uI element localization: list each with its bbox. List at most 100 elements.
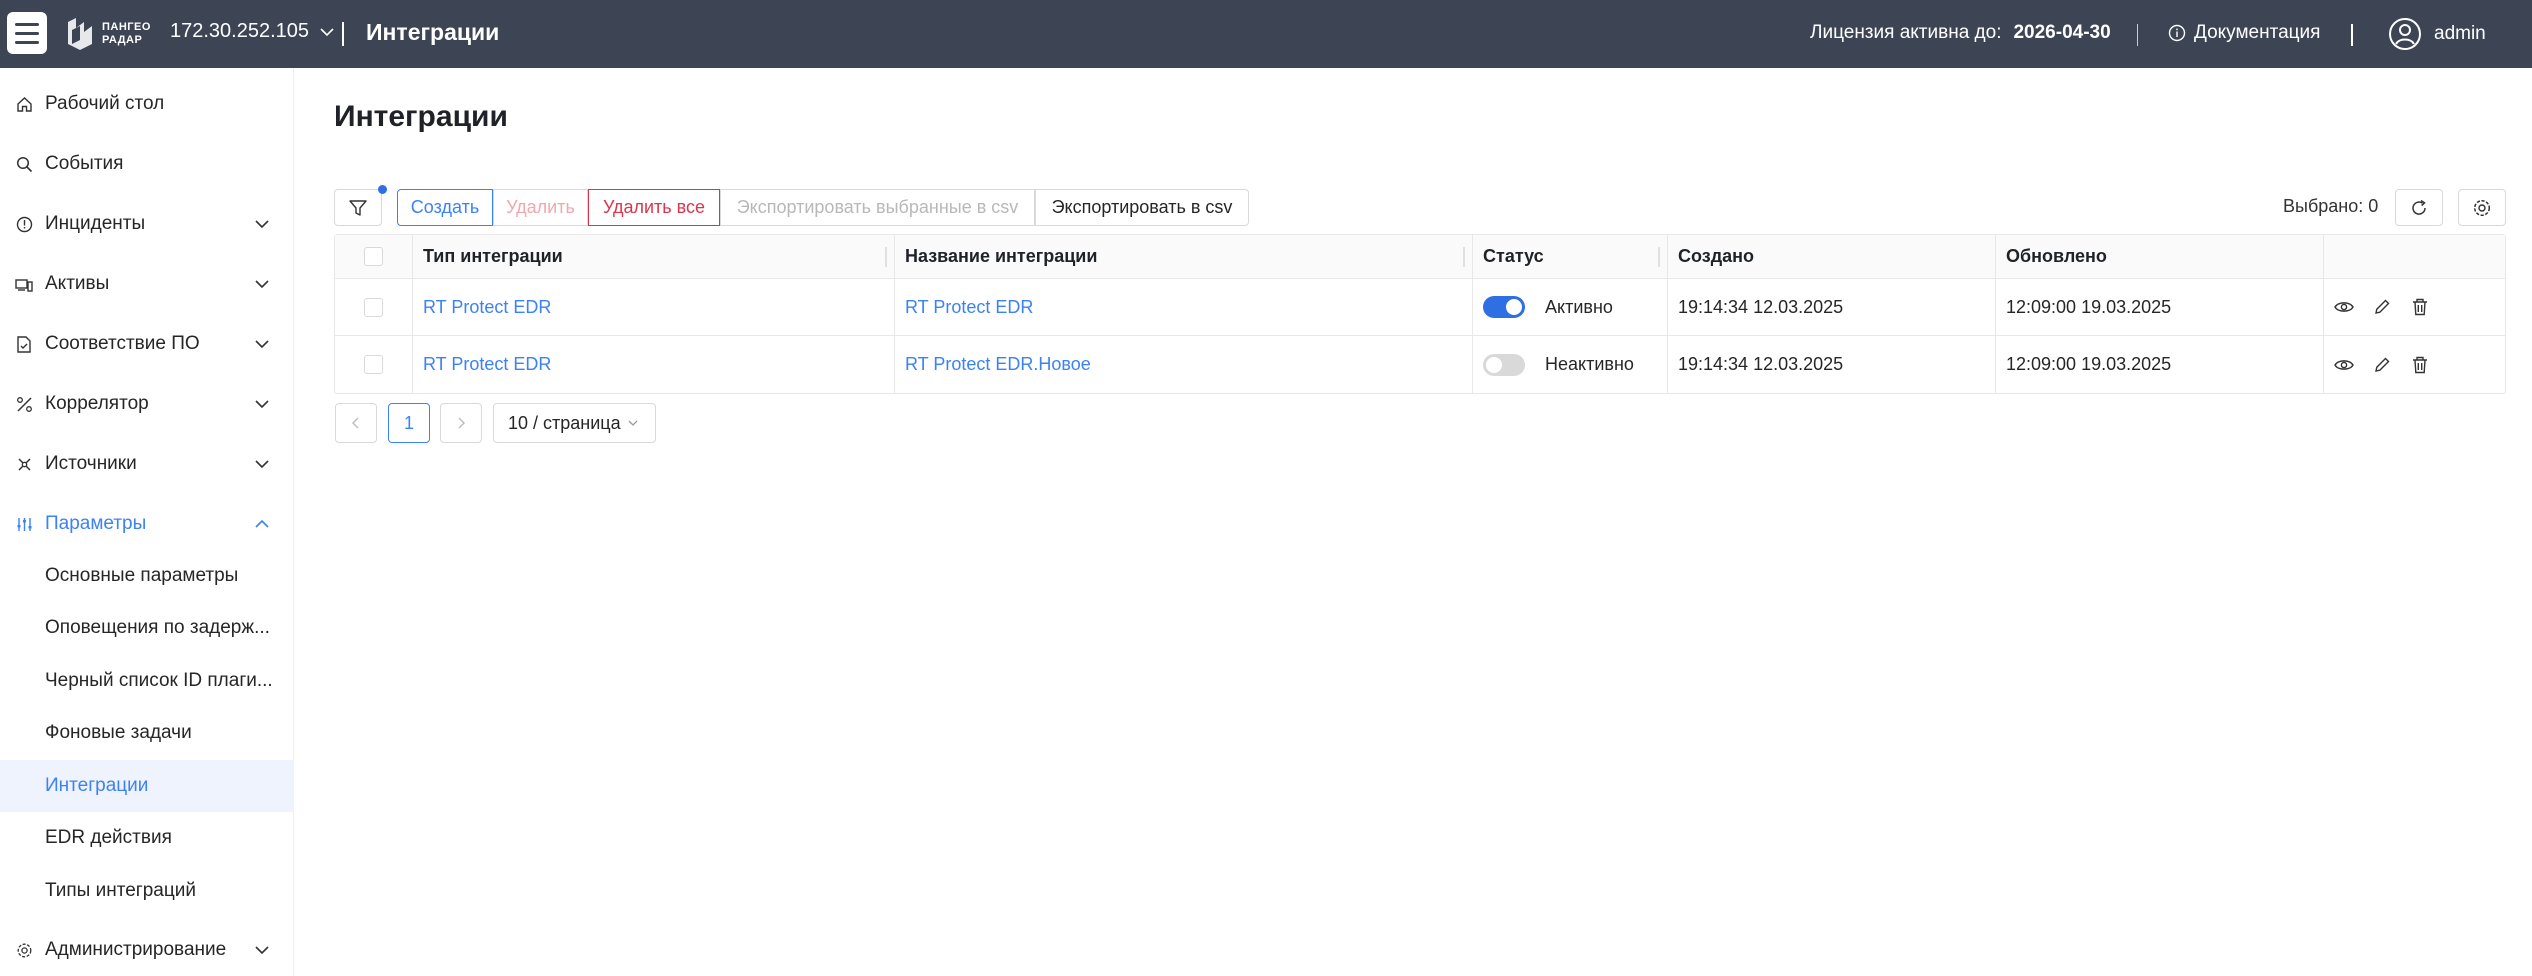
table-settings-button[interactable] — [2458, 189, 2506, 226]
delete-button[interactable]: Удалить — [493, 189, 588, 226]
filter-button[interactable] — [334, 189, 382, 226]
chevron-down-icon — [255, 400, 269, 409]
created-cell: 19:14:34 12.03.2025 — [1668, 336, 1996, 393]
create-button[interactable]: Создать — [397, 189, 493, 226]
table-row: RT Protect EDR RT Protect EDR Активно 19… — [335, 279, 2505, 336]
status-cell: Активно — [1473, 279, 1668, 335]
sidebar-subitem-background-tasks[interactable]: Фоновые задачи — [0, 707, 294, 759]
edit-icon[interactable] — [2372, 297, 2392, 317]
integration-name-cell: RT Protect EDR.Новое — [895, 336, 1473, 393]
created-cell: 19:14:34 12.03.2025 — [1668, 279, 1996, 335]
sidebar-subitem-delay-alerts[interactable]: Оповещения по задерж... — [0, 602, 294, 654]
row-select-cell — [335, 336, 413, 393]
sidebar-item-label: Соответствие ПО — [45, 333, 200, 354]
sidebar-subitem-label: EDR действия — [45, 827, 172, 848]
pagination-page-1[interactable]: 1 — [388, 403, 430, 443]
column-header-updated[interactable]: Обновлено — [1996, 235, 2324, 278]
integration-name-cell: RT Protect EDR — [895, 279, 1473, 335]
integration-type-link[interactable]: RT Protect EDR — [423, 354, 551, 375]
edit-icon[interactable] — [2372, 355, 2392, 375]
column-header-type[interactable]: Тип интеграции — [413, 235, 895, 278]
integration-type-link[interactable]: RT Protect EDR — [423, 297, 551, 318]
menu-bar — [15, 31, 39, 35]
sidebar-item-label: Параметры — [45, 513, 147, 534]
row-actions — [2334, 355, 2430, 375]
refresh-button[interactable] — [2395, 189, 2443, 226]
table-row: RT Protect EDR RT Protect EDR.Новое Неак… — [335, 336, 2505, 393]
logo-line2: РАДАР — [102, 34, 143, 46]
header-divider — [342, 22, 344, 46]
sidebar-item-incidents[interactable]: Инциденты — [0, 198, 294, 250]
sidebar-item-correlator[interactable]: Коррелятор — [0, 378, 294, 430]
user-name: admin — [2434, 23, 2486, 44]
integration-name-link[interactable]: RT Protect EDR — [905, 297, 1033, 318]
row-checkbox[interactable] — [364, 297, 383, 317]
sidebar-item-events[interactable]: События — [0, 138, 294, 190]
status-label: Неактивно — [1545, 354, 1634, 374]
row-select-cell — [335, 279, 413, 335]
column-header-label: Статус — [1483, 246, 1544, 266]
view-icon[interactable] — [2334, 355, 2354, 375]
column-header-name[interactable]: Название интеграции — [895, 235, 1473, 278]
documentation-label: Документация — [2194, 22, 2321, 43]
sidebar-item-parameters[interactable]: Параметры — [0, 498, 294, 550]
delete-icon[interactable] — [2410, 297, 2430, 317]
chevron-right-icon — [458, 417, 466, 429]
host-selector[interactable]: 172.30.252.105 — [170, 20, 335, 43]
hamburger-menu-button[interactable] — [7, 12, 47, 54]
view-icon[interactable] — [2334, 297, 2354, 317]
status-toggle[interactable] — [1483, 296, 1525, 318]
updated-cell: 12:09:00 19.03.2025 — [1996, 279, 2324, 335]
page-size-select[interactable]: 10 / страница — [493, 403, 656, 443]
sidebar-subitem-integrations[interactable]: Интеграции — [0, 760, 294, 812]
sidebar-item-assets[interactable]: Активы — [0, 258, 294, 310]
integration-name-link[interactable]: RT Protect EDR.Новое — [905, 354, 1091, 375]
sidebar-item-sources[interactable]: Источники — [0, 438, 294, 490]
sliders-icon — [15, 515, 33, 533]
select-all-checkbox[interactable] — [364, 247, 383, 266]
sidebar-subitem-label: Основные параметры — [45, 565, 239, 586]
selected-count: Выбрано: 0 — [2283, 196, 2379, 216]
export-selected-csv-button[interactable]: Экспортировать выбранные в csv — [720, 189, 1035, 226]
sidebar-subitem-edr-actions[interactable]: EDR действия — [0, 812, 294, 864]
sidebar-subitem-plugin-blacklist[interactable]: Черный список ID плаги... — [0, 655, 294, 707]
sidebar-item-label: Источники — [45, 453, 137, 474]
app-logo[interactable]: ПАНГЕО РАДАР — [66, 14, 151, 54]
chevron-down-icon — [320, 27, 334, 36]
toggle-knob — [1486, 356, 1502, 373]
pagination-prev-button[interactable] — [335, 403, 377, 443]
delete-icon[interactable] — [2410, 355, 2430, 375]
column-header-label: Тип интеграции — [423, 246, 563, 266]
file-check-icon — [15, 335, 33, 353]
user-menu[interactable]: admin — [2388, 17, 2486, 51]
export-csv-button[interactable]: Экспортировать в csv — [1035, 189, 1249, 226]
column-resize-handle[interactable] — [885, 247, 887, 267]
header-select-cell — [335, 235, 413, 278]
header-divider — [2137, 24, 2138, 46]
sidebar-subitem-main-parameters[interactable]: Основные параметры — [0, 550, 294, 602]
column-resize-handle[interactable] — [1658, 247, 1660, 267]
documentation-link[interactable]: Документация — [2168, 22, 2320, 44]
sidebar-item-label: События — [45, 153, 124, 174]
column-header-status[interactable]: Статус — [1473, 235, 1668, 278]
delete-all-button[interactable]: Удалить все — [588, 189, 720, 226]
sidebar-item-administration[interactable]: Администрирование — [0, 924, 294, 976]
user-avatar-icon — [2389, 18, 2421, 50]
filter-icon — [349, 199, 367, 216]
status-toggle[interactable] — [1483, 353, 1525, 376]
pagination-next-button[interactable] — [440, 403, 482, 443]
row-checkbox[interactable] — [364, 355, 383, 374]
sidebar-item-dashboard[interactable]: Рабочий стол — [0, 78, 294, 130]
column-header-label: Название интеграции — [905, 246, 1098, 266]
logo-text: ПАНГЕО РАДАР — [102, 21, 151, 47]
updated-cell: 12:09:00 19.03.2025 — [1996, 336, 2324, 393]
sidebar-item-software-compliance[interactable]: Соответствие ПО — [0, 318, 294, 370]
license-label: Лицензия активна до: — [1810, 22, 2002, 43]
sidebar-subitem-label: Интеграции — [45, 775, 149, 796]
sidebar-item-label: Рабочий стол — [45, 93, 165, 114]
chevron-down-icon — [255, 340, 269, 349]
column-resize-handle[interactable] — [1463, 247, 1465, 267]
sidebar-subitem-integration-types[interactable]: Типы интеграций — [0, 865, 294, 917]
column-header-created[interactable]: Создано — [1668, 235, 1996, 278]
menu-bar — [15, 22, 39, 26]
